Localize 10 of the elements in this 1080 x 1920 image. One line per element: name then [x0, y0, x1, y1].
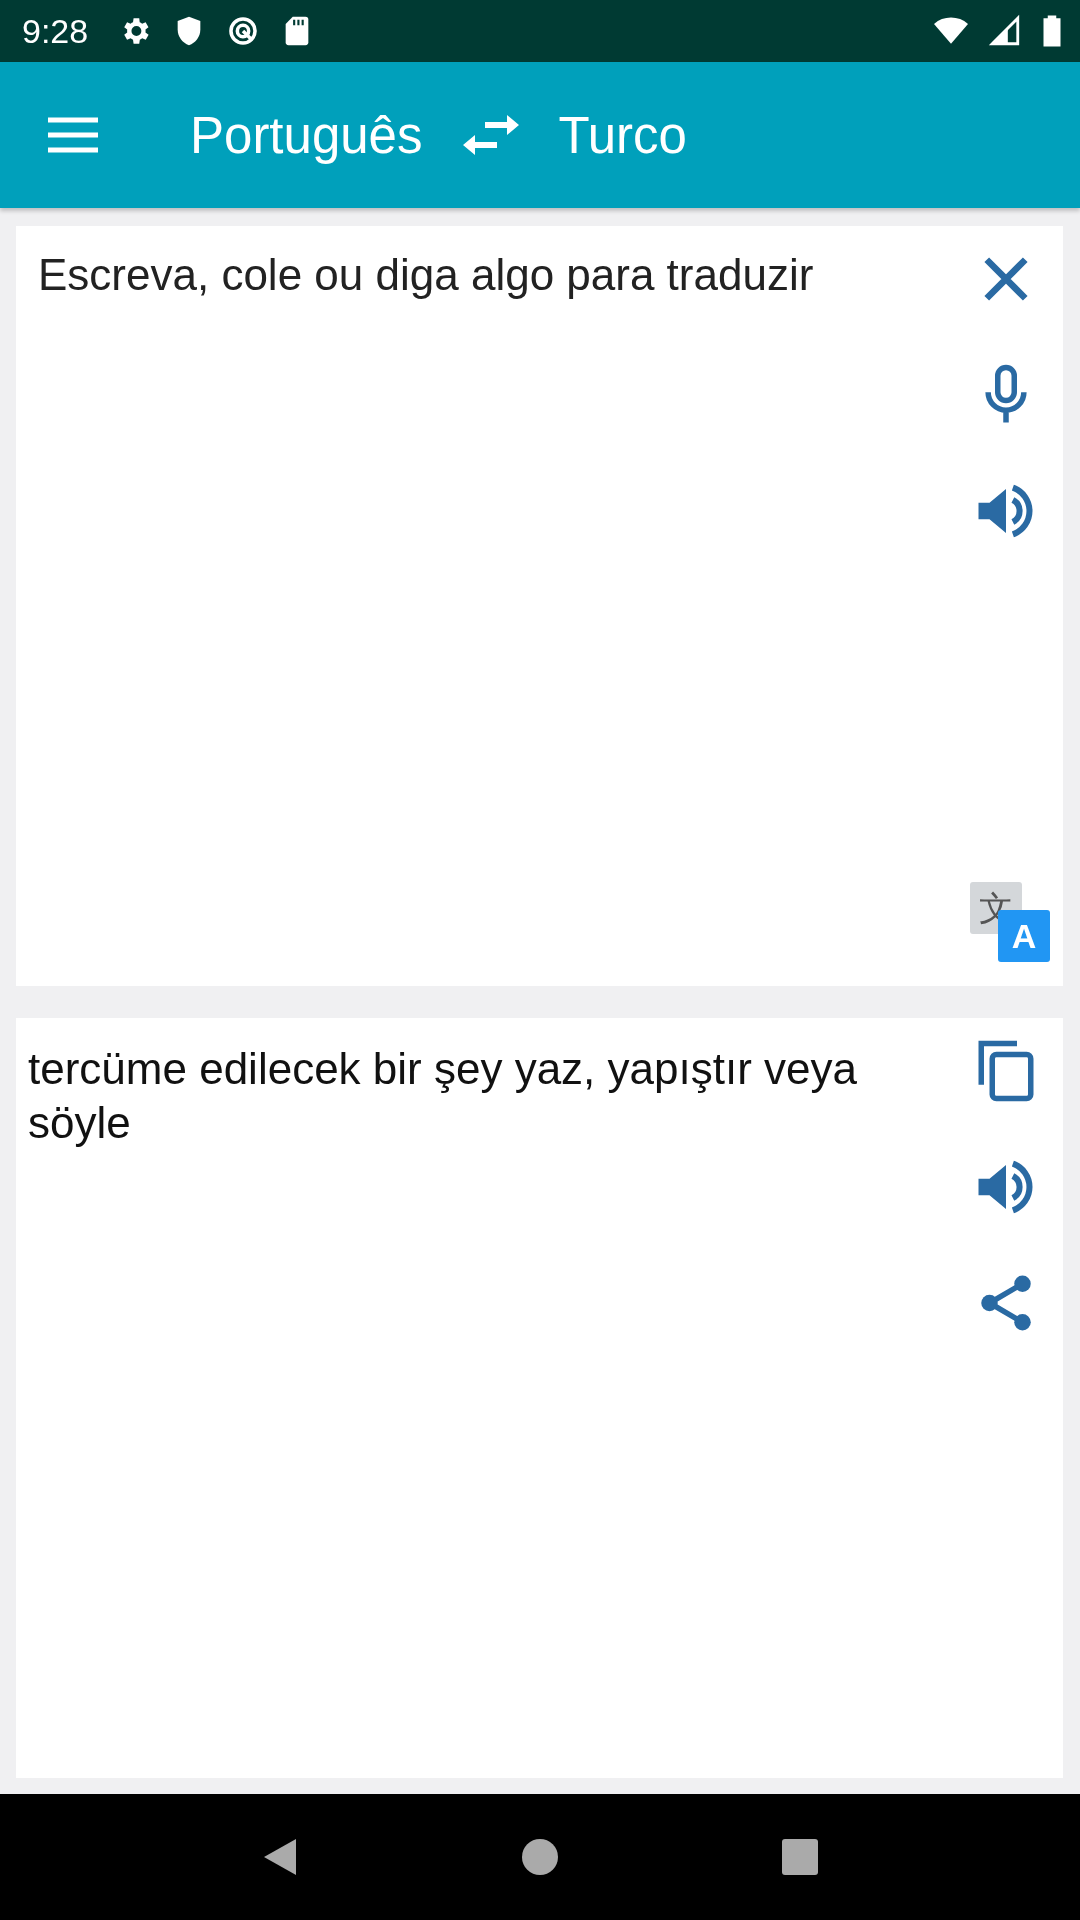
target-language[interactable]: Turco: [558, 105, 687, 165]
home-icon[interactable]: [520, 1837, 560, 1877]
swap-icon[interactable]: [462, 115, 519, 155]
battery-icon: [1042, 14, 1062, 48]
menu-icon[interactable]: [48, 117, 98, 153]
status-time: 9:28: [22, 11, 89, 51]
translation-text: tercüme edilecek bir şey yaz, yapıştır veya söyle: [27, 1043, 858, 1149]
source-language[interactable]: Português: [190, 105, 423, 165]
signal-icon: [988, 14, 1022, 48]
recents-icon[interactable]: [780, 1837, 820, 1877]
